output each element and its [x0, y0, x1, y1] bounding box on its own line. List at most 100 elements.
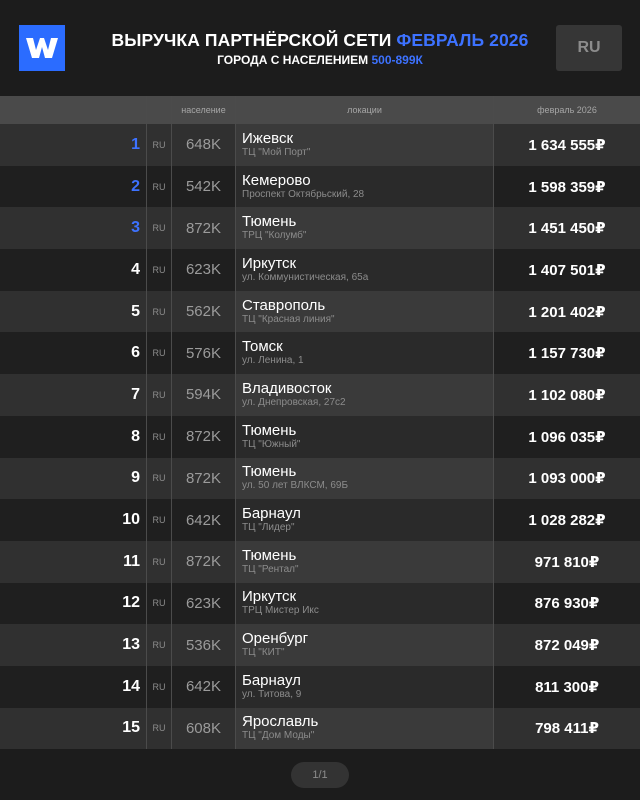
header-revenue: февраль 2026 [493, 96, 640, 124]
revenue-value: 1 598 359₽ [493, 165, 640, 208]
location-cell: Кемерово Проспект Октябрьский, 28 [235, 165, 493, 208]
location-address: ул. Коммунистическая, 65а [242, 271, 369, 283]
country-code: RU [146, 207, 171, 250]
location-cell: Ставрополь ТЦ "Красная линия" [235, 290, 493, 333]
city-name: Иркутск [242, 588, 297, 606]
table-row[interactable]: 7 RU 594K Владивосток ул. Днепровская, 27с2 1… [0, 374, 640, 416]
city-name: Томск [242, 338, 283, 356]
population-value: 623K [171, 249, 235, 291]
population-value: 608K [171, 707, 235, 750]
country-code: RU [146, 624, 171, 666]
page-indicator[interactable]: 1/1 [291, 762, 349, 788]
location-address: ТРЦ Мистер Икс [242, 605, 319, 617]
population-value: 542K [171, 165, 235, 208]
table-row[interactable]: 4 RU 623K Иркутск ул. Коммунистическая, 65а 1… [0, 249, 640, 291]
location-cell: Ижевск ТЦ "Мой Порт" [235, 124, 493, 166]
revenue-value: 1 451 450₽ [493, 207, 640, 250]
location-address: ТЦ "Дом Моды" [242, 730, 315, 742]
population-value: 872K [171, 415, 235, 458]
table-row[interactable]: 11 RU 872K Тюмень ТЦ "Рентал" 971 810₽ [0, 540, 640, 583]
population-value: 642K [171, 665, 235, 708]
city-name: Тюмень [242, 421, 297, 439]
country-code: RU [146, 249, 171, 291]
table-row[interactable]: 5 RU 562K Ставрополь ТЦ "Красная линия" 1 201… [0, 290, 640, 333]
title-main: ВЫРУЧКА ПАРТНЁРСКОЙ СЕТИ [111, 30, 392, 50]
population-value: 623K [171, 582, 235, 625]
location-address: ул. Ленина, 1 [242, 355, 304, 367]
country-code: RU [146, 665, 171, 708]
w-logo-icon [26, 38, 58, 58]
city-name: Тюмень [242, 213, 297, 231]
table-body: 1 RU 648K Ижевск ТЦ "Мой Порт" 1 634 555₽ 2 RU 5… [0, 124, 640, 750]
city-name: Ижевск [242, 129, 294, 147]
revenue-value: 1 201 402₽ [493, 290, 640, 333]
country-code: RU [146, 332, 171, 375]
rank-number: 1 [131, 135, 140, 153]
location-address: Проспект Октябрьский, 28 [242, 188, 365, 200]
subtitle-main: ГОРОДА С НАСЕЛЕНИЕМ [217, 53, 369, 67]
location-cell: Барнаул ул. Титова, 9 [235, 665, 493, 708]
location-address: ТЦ "Южный" [242, 438, 301, 450]
city-name: Оренбург [242, 630, 309, 648]
revenue-value: 1 028 282₽ [493, 499, 640, 541]
location-address: ТЦ "КИТ" [242, 647, 285, 659]
subtitle-accent: 500-899К [371, 53, 423, 67]
rank-number: 11 [123, 552, 140, 570]
population-value: 872K [171, 207, 235, 250]
country-code: RU [146, 374, 171, 416]
rank-number: 6 [131, 344, 140, 362]
table-row[interactable]: 13 RU 536K Оренбург ТЦ "КИТ" 872 049₽ [0, 624, 640, 666]
page-title: ВЫРУЧКА ПАРТНЁРСКОЙ СЕТИ ФЕВРАЛЬ 2026 [80, 30, 560, 51]
location-address: ТЦ "Красная линия" [242, 313, 335, 325]
location-cell: Тюмень ул. 50 лет ВЛКСМ, 69Б [235, 457, 493, 500]
location-address: ТЦ "Рентал" [242, 563, 299, 575]
population-value: 576K [171, 332, 235, 375]
rank-number: 13 [122, 636, 140, 654]
table-row[interactable]: 15 RU 608K Ярославль ТЦ "Дом Моды" 798 411₽ [0, 707, 640, 750]
country-code: RU [146, 499, 171, 541]
table-row[interactable]: 3 RU 872K Тюмень ТРЦ "Колумб" 1 451 450₽ [0, 207, 640, 250]
table-row[interactable]: 10 RU 642K Барнаул ТЦ "Лидер" 1 028 282₽ [0, 499, 640, 541]
rank-number: 10 [122, 511, 140, 529]
table-row[interactable]: 1 RU 648K Ижевск ТЦ "Мой Порт" 1 634 555₽ [0, 124, 640, 166]
revenue-value: 1 157 730₽ [493, 332, 640, 375]
header-population: население [171, 96, 235, 124]
title-accent: ФЕВРАЛЬ 2026 [396, 30, 529, 50]
table-row[interactable]: 2 RU 542K Кемерово Проспект Октябрьский, 28 1… [0, 165, 640, 208]
header: ВЫРУЧКА ПАРТНЁРСКОЙ СЕТИ ФЕВРАЛЬ 2026 ГО… [0, 0, 640, 96]
city-name: Ставрополь [242, 296, 326, 314]
location-cell: Тюмень ТЦ "Южный" [235, 415, 493, 458]
revenue-value: 811 300₽ [493, 665, 640, 708]
population-value: 594K [171, 374, 235, 416]
population-value: 642K [171, 499, 235, 541]
table-row[interactable]: 12 RU 623K Иркутск ТРЦ Мистер Икс 876 930₽ [0, 582, 640, 625]
table-row[interactable]: 9 RU 872K Тюмень ул. 50 лет ВЛКСМ, 69Б 1 093 … [0, 457, 640, 500]
brand-logo[interactable] [19, 25, 65, 71]
country-code: RU [146, 582, 171, 625]
location-cell: Ярославль ТЦ "Дом Моды" [235, 707, 493, 750]
rank-number: 9 [131, 469, 140, 487]
country-code: RU [146, 415, 171, 458]
revenue-value: 1 102 080₽ [493, 374, 640, 416]
table-row[interactable]: 14 RU 642K Барнаул ул. Титова, 9 811 300₽ [0, 665, 640, 708]
city-name: Кемерово [242, 171, 311, 189]
country-code: RU [146, 540, 171, 583]
city-name: Барнаул [242, 671, 301, 689]
population-value: 536K [171, 624, 235, 666]
country-code: RU [146, 707, 171, 750]
location-cell: Оренбург ТЦ "КИТ" [235, 624, 493, 666]
rank-number: 8 [131, 427, 140, 445]
revenue-value: 1 407 501₽ [493, 249, 640, 291]
table-row[interactable]: 8 RU 872K Тюмень ТЦ "Южный" 1 096 035₽ [0, 415, 640, 458]
population-value: 872K [171, 457, 235, 500]
rank-number: 3 [131, 219, 140, 237]
location-cell: Тюмень ТЦ "Рентал" [235, 540, 493, 583]
rank-number: 5 [131, 302, 140, 320]
location-address: ул. Днепровская, 27с2 [242, 396, 346, 408]
country-code: RU [146, 124, 171, 166]
table-row[interactable]: 6 RU 576K Томск ул. Ленина, 1 1 157 730₽ [0, 332, 640, 375]
country-selector-button[interactable]: RU [556, 25, 622, 71]
location-cell: Владивосток ул. Днепровская, 27с2 [235, 374, 493, 416]
revenue-value: 1 634 555₽ [493, 124, 640, 166]
city-name: Владивосток [242, 379, 332, 397]
